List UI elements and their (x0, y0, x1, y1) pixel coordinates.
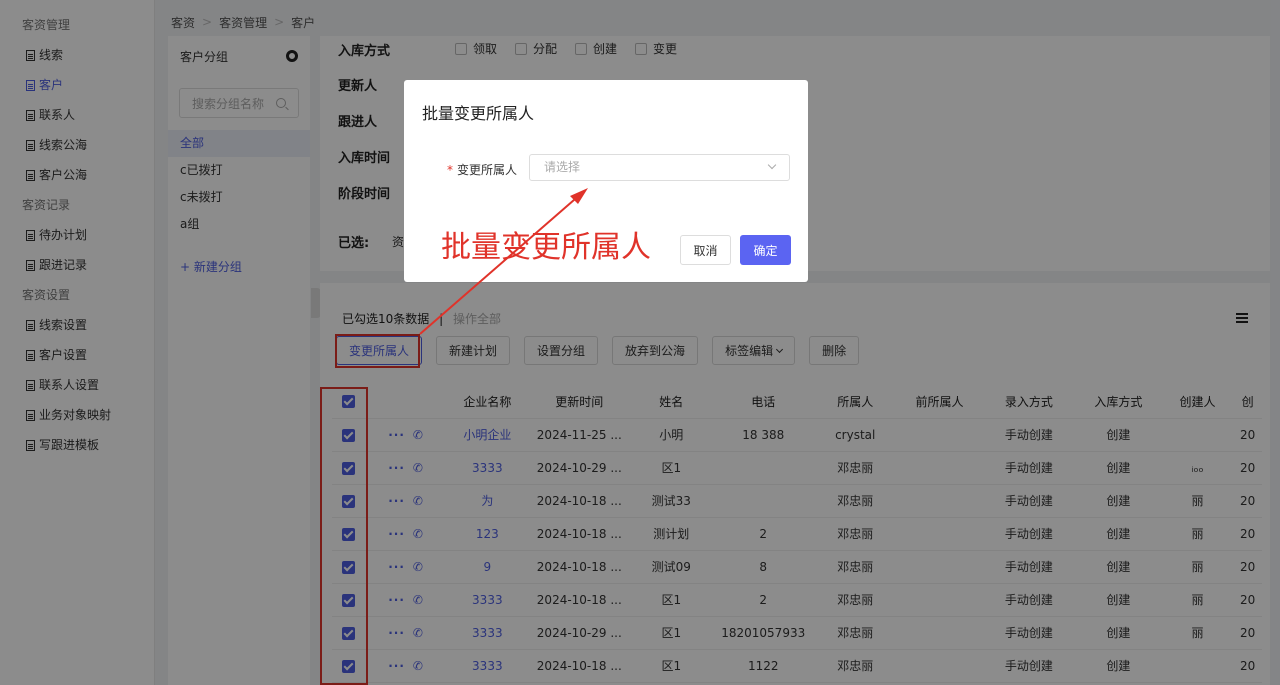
annotation-text: 批量变更所属人 (441, 230, 651, 265)
app: 客资管理 线索 客户 联系人 线索公海 客户公海 客资记录 待办计划 跟进记录 客资设置 线索设置客… (0, 0, 1280, 685)
annotation-arrow (419, 188, 588, 335)
